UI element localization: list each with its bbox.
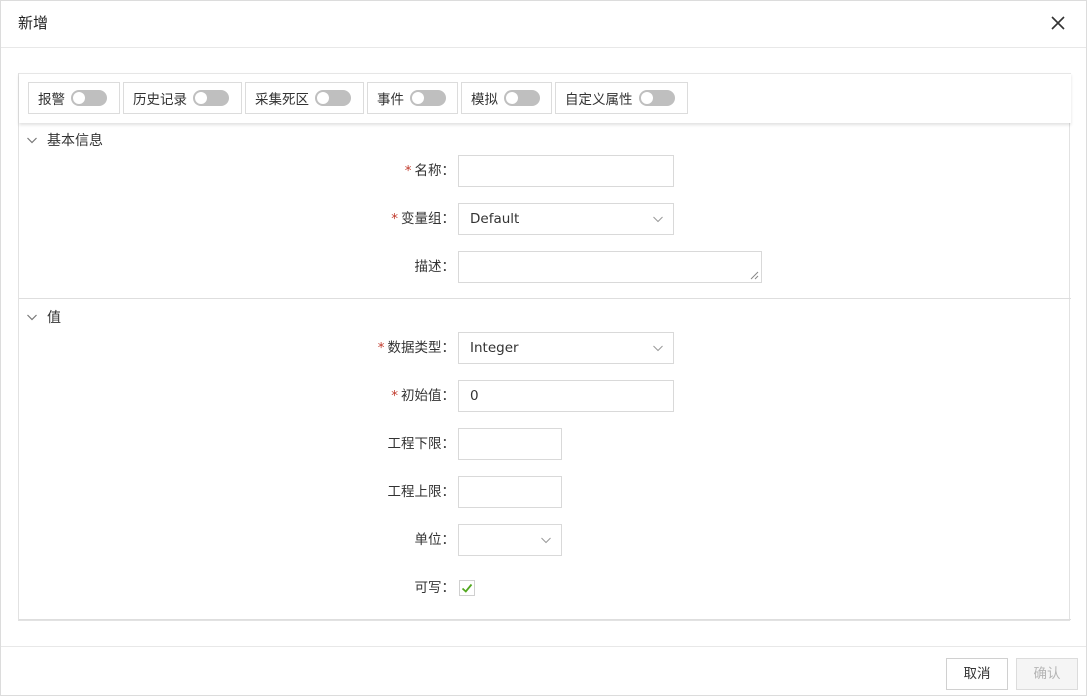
toggle-history-label: 历史记录 [133, 92, 187, 108]
group-row: * 变量组： [19, 203, 455, 235]
section-basic-header[interactable]: 基本信息 [26, 130, 103, 150]
toggle-deadband[interactable]: 采集死区 [245, 82, 364, 114]
group-label: * 变量组： [391, 211, 455, 227]
name-row: * 名称： [19, 155, 455, 187]
cancel-button[interactable]: 取消 [946, 658, 1008, 690]
chevron-down-icon [653, 345, 663, 352]
eng-high-label: 工程上限： [387, 484, 456, 500]
toggle-simulate[interactable]: 模拟 [461, 82, 552, 114]
group-select-value: Default [470, 211, 520, 227]
description-textarea[interactable] [458, 251, 762, 283]
eng-low-row: 工程下限： [19, 428, 456, 460]
feature-toggle-bar: 报警 历史记录 采集死区 事件 模拟 自定义属性 [19, 73, 1071, 123]
toggle-custom-attrs[interactable]: 自定义属性 [555, 82, 688, 114]
dialog-content: 报警 历史记录 采集死区 事件 模拟 自定义属性 基本信息 * 名称： * 变量… [18, 73, 1071, 621]
datatype-select-value: Integer [470, 340, 519, 356]
chevron-down-icon [653, 216, 663, 223]
writable-row: 可写： [19, 572, 456, 604]
dialog-footer: 取消 确认 [1, 646, 1086, 696]
toggle-deadband-label: 采集死区 [255, 92, 309, 108]
unit-label: 单位： [414, 532, 456, 548]
toggle-event-switch[interactable] [410, 90, 446, 106]
unit-select[interactable] [458, 524, 562, 556]
dialog-header: 新增 [1, 1, 1086, 48]
toggle-history-switch[interactable] [193, 90, 229, 106]
checkmark-icon [461, 583, 473, 593]
section-value-header[interactable]: 值 [26, 307, 61, 327]
section-bottom-divider [19, 619, 1071, 620]
eng-high-row: 工程上限： [19, 476, 456, 508]
toggle-custom-attrs-switch[interactable] [638, 90, 675, 106]
chevron-down-icon [541, 537, 551, 544]
eng-high-input[interactable] [458, 476, 562, 508]
name-input[interactable] [458, 155, 674, 187]
confirm-button[interactable]: 确认 [1016, 658, 1078, 690]
desc-label: 描述： [414, 259, 456, 275]
toggle-event-label: 事件 [377, 92, 404, 108]
dialog-title: 新增 [18, 14, 49, 32]
datatype-label: * 数据类型： [377, 340, 455, 356]
initial-label: * 初始值： [391, 388, 455, 404]
add-dialog: 新增 报警 历史记录 采集死区 事件 模拟 自定义属性 基本信息 * 名称： *… [0, 0, 1087, 696]
resize-grip-icon[interactable] [750, 271, 759, 280]
unit-row: 单位： [19, 524, 456, 556]
toggle-simulate-switch[interactable] [504, 90, 540, 106]
toggle-history[interactable]: 历史记录 [123, 82, 242, 114]
toggle-event[interactable]: 事件 [367, 82, 458, 114]
toggle-alarm-label: 报警 [38, 92, 65, 108]
name-label: * 名称： [404, 163, 455, 179]
section-divider [19, 298, 1071, 299]
writable-checkbox[interactable] [459, 580, 475, 596]
initial-value-input[interactable]: 0 [458, 380, 674, 412]
close-icon[interactable] [1048, 13, 1068, 33]
toggle-simulate-label: 模拟 [471, 92, 498, 108]
eng-low-label: 工程下限： [387, 436, 456, 452]
section-basic-title: 基本信息 [47, 133, 103, 149]
writable-label: 可写： [414, 580, 456, 596]
toggle-alarm[interactable]: 报警 [28, 82, 120, 114]
toggle-alarm-switch[interactable] [71, 90, 107, 106]
datatype-select[interactable]: Integer [458, 332, 674, 364]
datatype-row: * 数据类型： [19, 332, 455, 364]
group-select[interactable]: Default [458, 203, 674, 235]
toggle-custom-attrs-label: 自定义属性 [565, 92, 633, 108]
chevron-down-icon [27, 314, 37, 321]
section-value-title: 值 [47, 310, 61, 326]
chevron-down-icon [27, 137, 37, 144]
eng-low-input[interactable] [458, 428, 562, 460]
desc-row: 描述： [19, 251, 456, 283]
initial-row: * 初始值： [19, 380, 455, 412]
toggle-deadband-switch[interactable] [315, 90, 351, 106]
